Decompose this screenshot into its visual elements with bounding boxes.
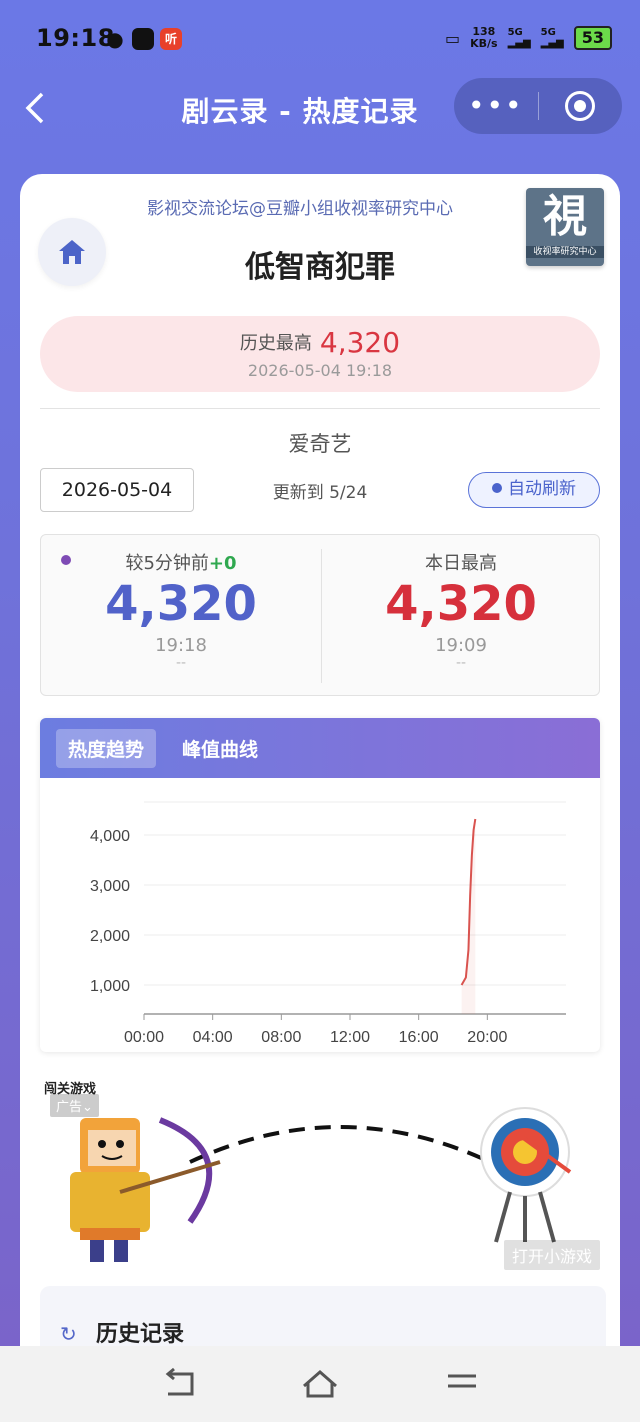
y-tick-label: 3,000: [90, 878, 130, 895]
historical-peak-box: 历史最高 4,320 2026-05-04 19:18: [40, 316, 600, 392]
tab-heat-trend[interactable]: 热度趋势: [56, 728, 157, 768]
current-stat: 较5分钟前+0 4,320 19:18 --: [41, 549, 321, 670]
ad-badge[interactable]: 广告⌄: [50, 1094, 99, 1117]
x-tick-label: 16:00: [399, 1029, 439, 1046]
alarm-icon: ▭: [444, 28, 461, 48]
mini-program-capsule: •••: [454, 78, 622, 134]
close-target-icon[interactable]: [539, 91, 623, 121]
signal-2-icon: 5G ▂▄▆: [540, 27, 564, 49]
battery-indicator: 53: [573, 26, 612, 50]
open-mini-game-button[interactable]: 打开小游戏: [503, 1240, 600, 1270]
tab-peak-curve[interactable]: 峰值曲线: [170, 729, 270, 768]
date-picker[interactable]: 2026-05-04: [40, 468, 194, 512]
tmall-icon: [132, 28, 154, 50]
wechat-icon: ●: [106, 27, 124, 51]
peak-label: 历史最高: [239, 333, 312, 354]
status-bar: 19:18 ● 听 ▭ 138 KB/s 5G ▂▄▆ 5G ▂▄▆ 53: [0, 0, 640, 80]
logo-char: 視: [543, 191, 587, 242]
daily-high-stat: 本日最高 4,320 19:09 --: [321, 549, 601, 670]
heat-line-chart: 1,000 2,000 3,000 4,000 00:00 04:00 08:00 12:00…: [90, 801, 566, 1046]
dot-icon: [492, 483, 502, 493]
compare-label: 较5分钟前: [125, 553, 209, 574]
x-tick-label: 12:00: [330, 1029, 370, 1046]
chart-tabs: 热度趋势 峰值曲线: [40, 718, 600, 778]
daily-value: 4,320: [385, 576, 537, 632]
show-title: 低智商犯罪: [245, 250, 395, 285]
compare-delta: +0: [208, 553, 237, 574]
status-right: ▭ 138 KB/s 5G ▂▄▆ 5G ▂▄▆ 53: [445, 26, 612, 50]
x-tick-label: 00:00: [124, 1029, 164, 1046]
more-icon[interactable]: •••: [454, 78, 538, 134]
current-value: 4,320: [105, 576, 257, 632]
peak-value: 4,320: [319, 326, 401, 359]
net-speed: 138 KB/s: [470, 25, 498, 50]
history-title: 历史记录: [96, 1322, 185, 1347]
main-card: 影视交流论坛@豆瓣小组收视率研究中心 視 收视率研究中心 低智商犯罪 历史最高 4…: [20, 174, 620, 1374]
y-tick-label: 4,000: [90, 828, 130, 845]
y-tick-label: 1,000: [90, 978, 130, 995]
daily-sub: --: [455, 655, 467, 671]
peak-time: 2026-05-04 19:18: [247, 361, 393, 380]
ad-banner[interactable]: 闯关游戏 广告⌄ 打开小游戏: [40, 1072, 620, 1272]
chart-card: 热度趋势 峰值曲线 1,000 2,000 3,000 4,000 00:00 04:00…: [40, 718, 600, 1052]
current-time: 19:18: [155, 635, 207, 656]
system-back-icon[interactable]: [160, 1366, 200, 1402]
nav-bar: 剧云录 - 热度记录 •••: [0, 78, 640, 138]
current-sub: --: [175, 655, 187, 671]
x-tick-label: 08:00: [261, 1029, 301, 1046]
auto-refresh-button[interactable]: 自动刷新: [468, 472, 600, 508]
x-tick-label: 04:00: [193, 1029, 233, 1046]
daily-time: 19:09: [435, 635, 487, 656]
divider: [40, 408, 600, 409]
stats-panel: 较5分钟前+0 4,320 19:18 -- 本日最高 4,320 19:09 …: [40, 534, 600, 696]
x-tick-label: 20:00: [467, 1029, 507, 1046]
y-tick-label: 2,000: [90, 928, 130, 945]
platform-name: 爱奇艺: [288, 432, 352, 456]
update-status: 更新到 5/24: [272, 483, 368, 503]
daily-label: 本日最高: [425, 553, 497, 574]
listen-app-icon: 听: [160, 28, 182, 50]
signal-1-icon: 5G ▂▄▆: [507, 27, 531, 49]
refresh-icon[interactable]: ↻: [60, 1322, 77, 1346]
system-nav-bar: [0, 1346, 640, 1422]
system-home-icon[interactable]: [300, 1366, 340, 1402]
system-menu-icon[interactable]: [442, 1366, 482, 1402]
